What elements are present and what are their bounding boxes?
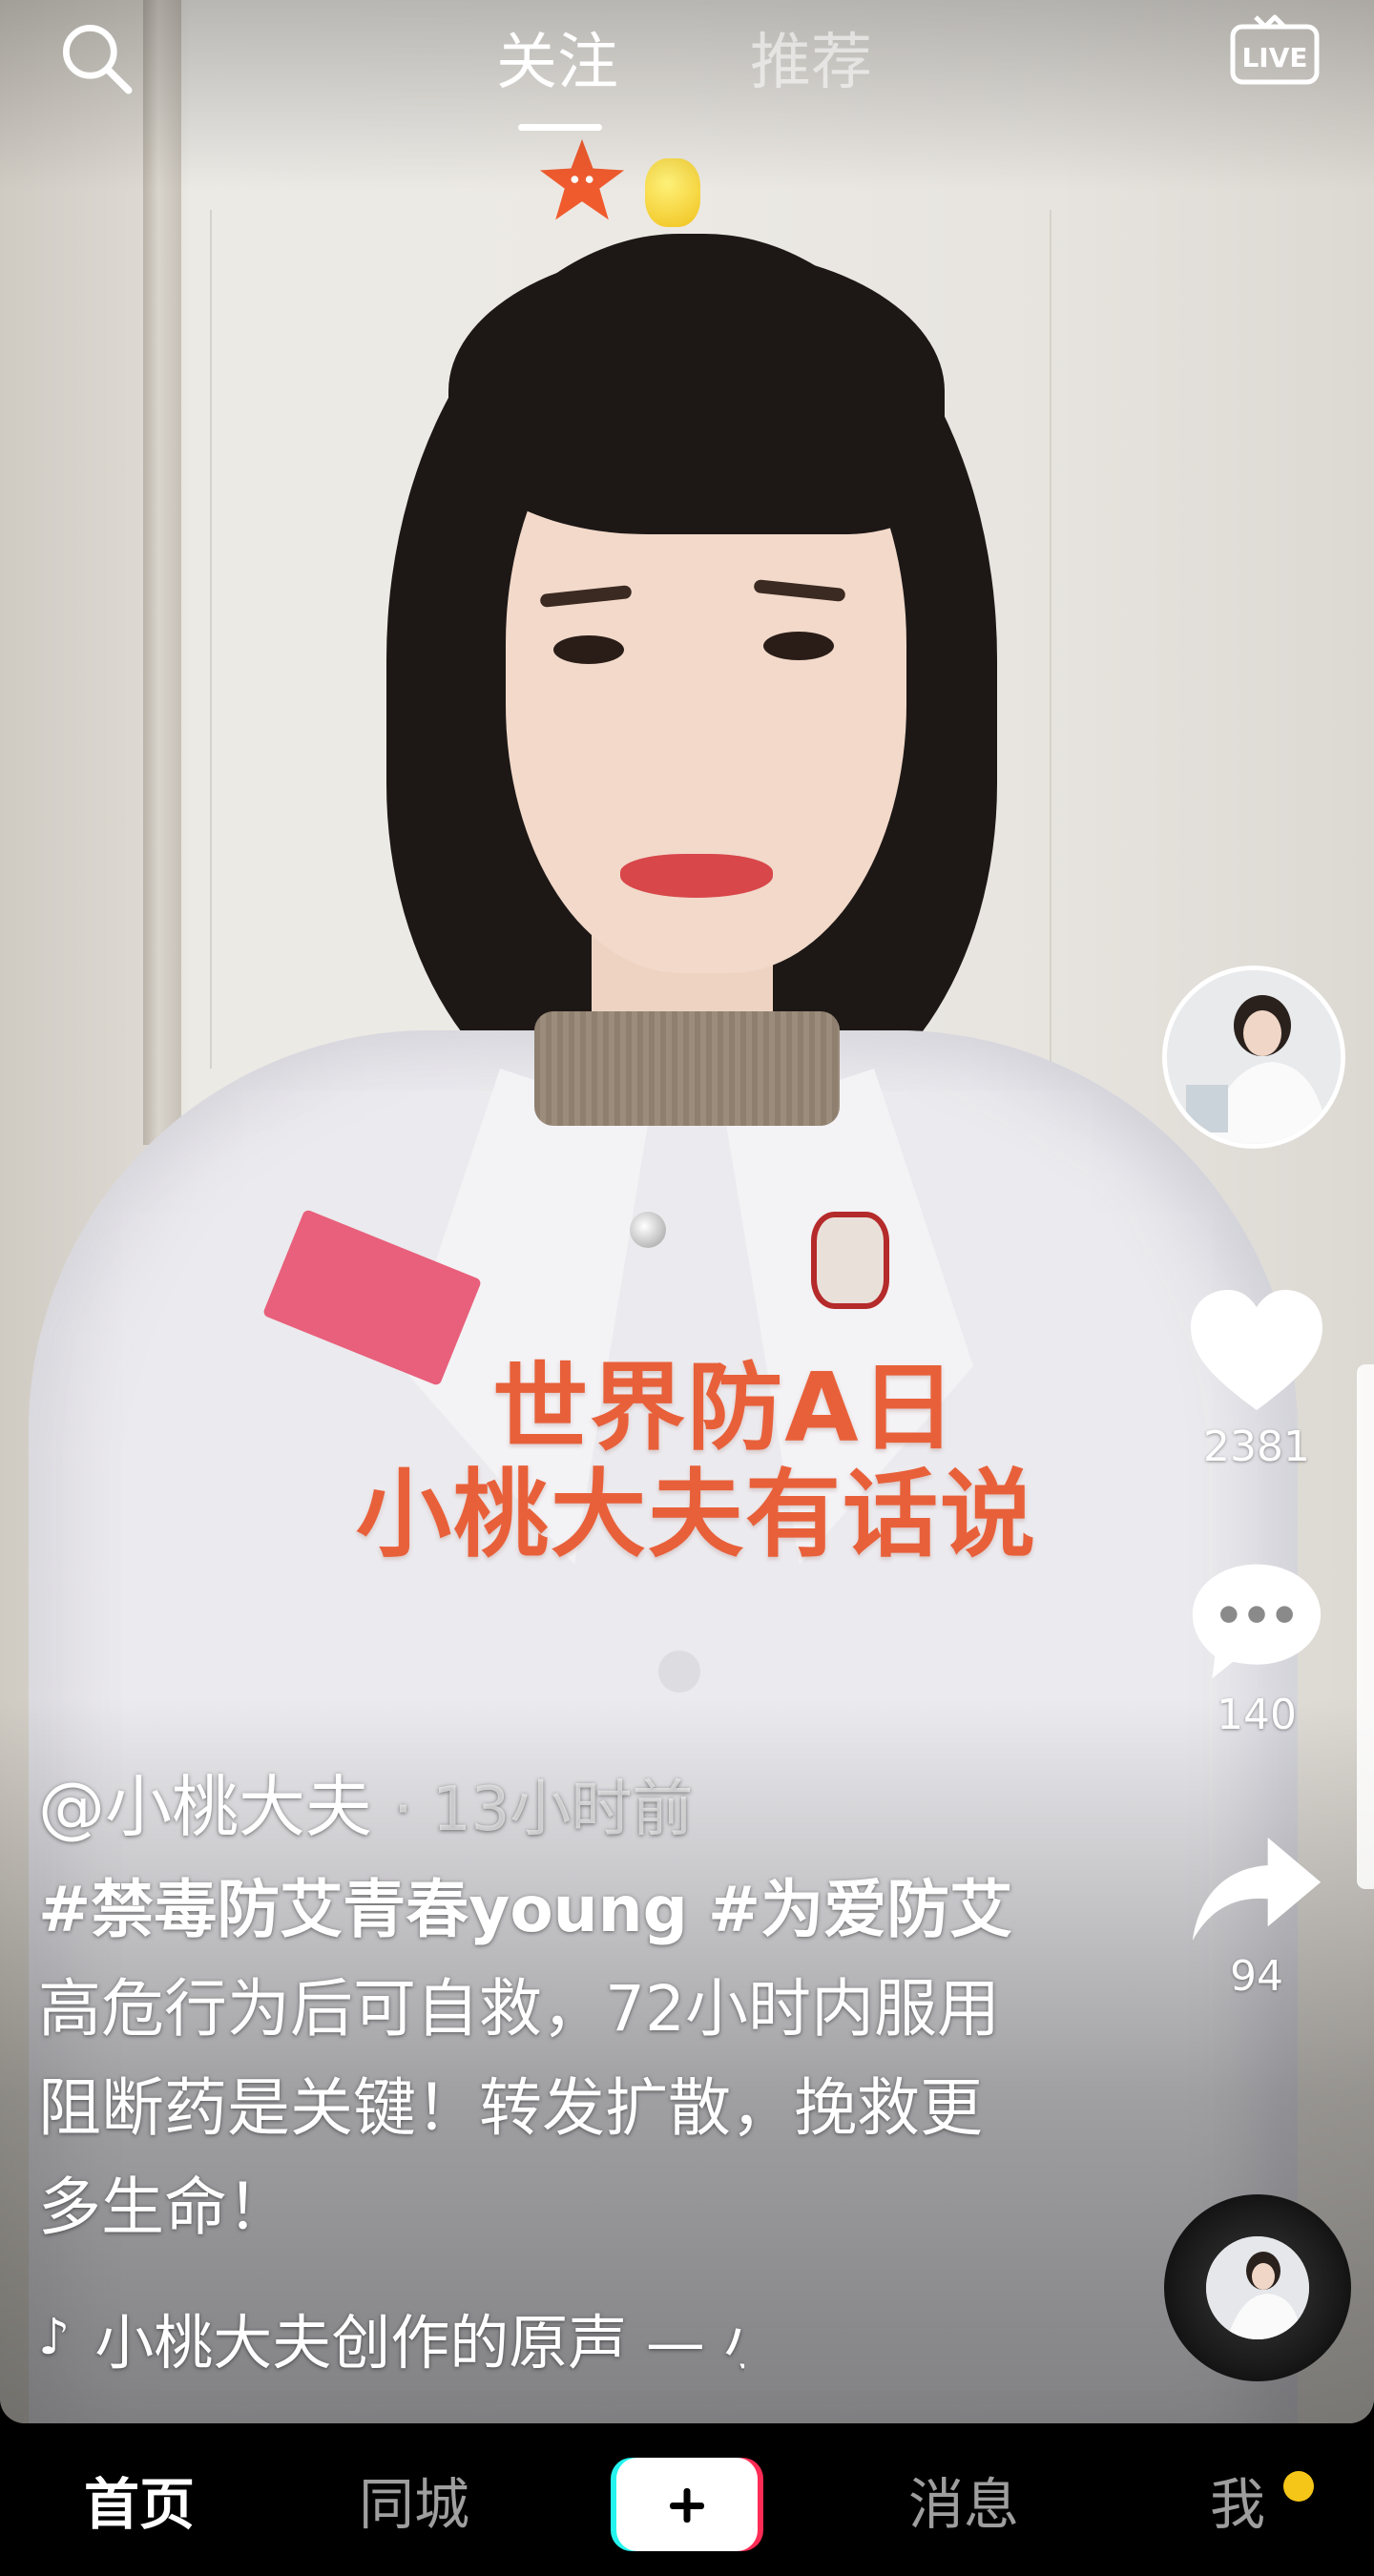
music-cover (1206, 2236, 1309, 2339)
music-cover-image (1206, 2236, 1309, 2339)
nav-messages[interactable]: 消息 (908, 2460, 1019, 2540)
music-title: 小桃大夫创作的原声 — 小桃大夫 (94, 2308, 744, 2378)
post-time: · 13小时前 (393, 1775, 694, 1845)
hashtag[interactable]: #禁毒防艾青春young (38, 1873, 688, 1946)
brooch-pin (811, 1212, 889, 1309)
eye (553, 635, 624, 664)
wall-panel (1050, 210, 1051, 1069)
share-icon (1192, 1837, 1322, 1942)
author-handle[interactable]: @小桃大夫 (38, 1768, 372, 1846)
post-caption[interactable]: #禁毒防艾青春young #为爱防艾 高危行为后可自救，72小时内服用阻断药是关… (38, 1860, 1030, 2257)
scroll-handle[interactable] (1357, 1364, 1374, 1889)
share-action[interactable]: 94 (1176, 1832, 1338, 2001)
heart-icon (1191, 1290, 1322, 1410)
caption-text: 高危行为后可自救，72小时内服用阻断药是关键！转发扩散，挽救更多生命！ (38, 1972, 1000, 2244)
nav-home[interactable]: 首页 (84, 2460, 195, 2540)
nav-me[interactable]: 我 (1210, 2460, 1265, 2540)
music-disc[interactable] (1164, 2194, 1351, 2381)
live-label: LIVE (1241, 42, 1307, 73)
video-overlay-caption: 世界防A日 小桃大夫有话说 (315, 1355, 1078, 1568)
coat-button (658, 1651, 700, 1693)
hashtag[interactable]: #为爱防艾 (708, 1873, 1012, 1946)
bangs (448, 248, 945, 534)
tab-recommended[interactable]: 推荐 (750, 13, 872, 101)
comment-action[interactable]: 140 (1176, 1555, 1338, 1739)
lips (620, 854, 773, 898)
comment-icon (1192, 1564, 1322, 1679)
notification-dot (1283, 2471, 1314, 2502)
top-shade (0, 0, 1374, 191)
author-avatar[interactable] (1162, 966, 1345, 1149)
like-count: 2381 (1203, 1423, 1310, 1471)
music-line[interactable]: ♪ 小桃大夫创作的原声 — 小桃大夫 (38, 2295, 744, 2380)
tab-following[interactable]: 关注 (496, 13, 618, 101)
active-tab-indicator (518, 124, 602, 131)
overlay-line-2: 小桃大夫有话说 (356, 1459, 1037, 1570)
music-note-icon: ♪ (38, 2309, 71, 2366)
eye (763, 632, 834, 660)
comment-count: 140 (1217, 1691, 1297, 1739)
turtleneck (534, 1011, 840, 1126)
overlay-line-1: 世界防A日 (492, 1352, 958, 1464)
add-button[interactable] (611, 2454, 763, 2555)
search-icon[interactable] (52, 13, 143, 105)
live-icon[interactable]: LIVE (1227, 4, 1322, 90)
share-count: 94 (1230, 1952, 1283, 2001)
avatar-image (1167, 970, 1341, 1144)
like-action[interactable]: 2381 (1176, 1283, 1338, 1471)
author-line: @小桃大夫 · 13小时前 (38, 1754, 693, 1850)
wall-panel (210, 210, 212, 1069)
pendant (630, 1212, 666, 1248)
nav-nearby[interactable]: 同城 (359, 2460, 469, 2540)
